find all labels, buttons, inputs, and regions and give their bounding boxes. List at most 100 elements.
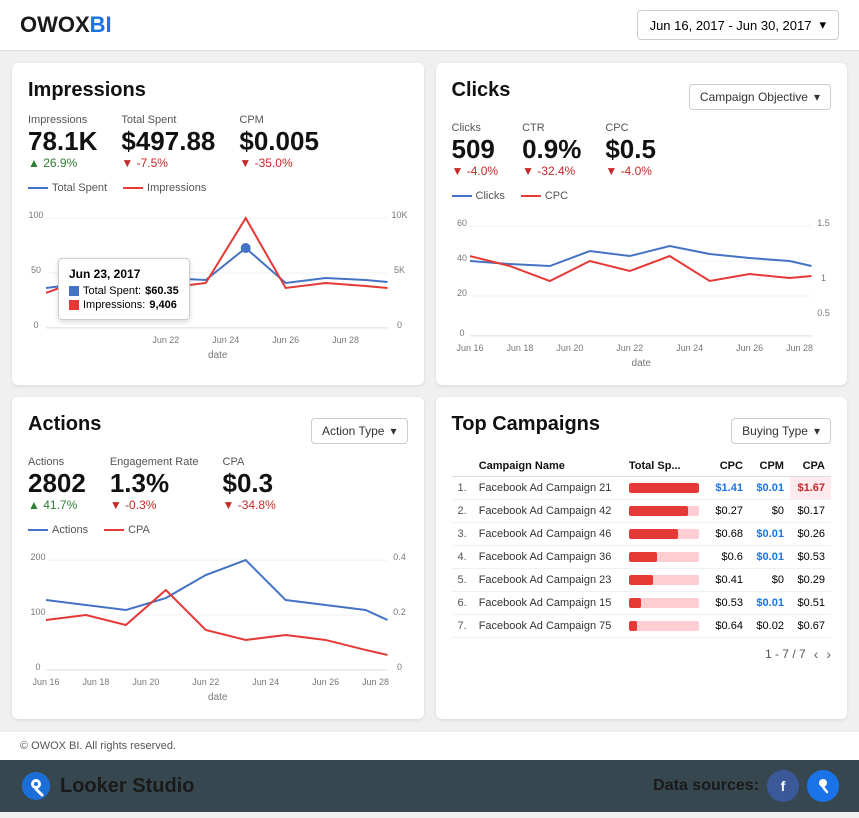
cpc-cell: $0.27: [708, 500, 749, 523]
col-total-spend: Total Sp...: [623, 456, 708, 477]
top-campaigns-title: Top Campaigns: [452, 413, 601, 436]
impressions-value: 78.1K: [28, 128, 97, 154]
cpc-clicks-value: $0.5: [605, 136, 656, 162]
rank-cell: 7.: [452, 615, 473, 638]
svg-text:0.4: 0.4: [393, 552, 405, 562]
next-page-button[interactable]: ›: [826, 646, 831, 662]
svg-text:200: 200: [31, 552, 46, 562]
bar-cell: [623, 569, 708, 592]
bar-cell: [623, 615, 708, 638]
ctr-label: CTR: [522, 122, 581, 134]
table-header-row: Campaign Name Total Sp... CPC CPM CPA: [452, 456, 832, 477]
impressions-card: Impressions Impressions 78.1K 26.9% Tota…: [12, 63, 424, 385]
chevron-down-icon: ▾: [819, 17, 826, 33]
campaigns-table-container: Campaign Name Total Sp... CPC CPM CPA 1.…: [452, 456, 832, 638]
cpc-cell: $0.68: [708, 523, 749, 546]
cpa-cell: $0.53: [790, 546, 831, 569]
logo: OWOX BI: [20, 12, 112, 38]
svg-text:0.2: 0.2: [393, 607, 405, 617]
clicks-title: Clicks: [452, 79, 511, 102]
bar-cell: [623, 477, 708, 500]
svg-text:0: 0: [397, 662, 402, 672]
legend-cpa-line: CPA: [104, 524, 150, 536]
svg-text:40: 40: [456, 253, 466, 263]
date-range-selector[interactable]: Jun 16, 2017 - Jun 30, 2017 ▾: [637, 10, 839, 40]
svg-text:0: 0: [459, 328, 464, 338]
actions-svg: 200 100 0 0.4 0.2 0 Jun 16 Jun 18 Jun 20: [28, 540, 408, 690]
legend-total-spent: Total Spent: [28, 182, 107, 194]
chart-tooltip: Jun 23, 2017 Total Spent: $60.35 Impress…: [58, 258, 190, 320]
actions-value: 2802: [28, 470, 86, 496]
tooltip-total-spent: Total Spent: $60.35: [69, 285, 179, 297]
svg-text:0: 0: [33, 320, 38, 330]
svg-text:20: 20: [456, 288, 466, 298]
cpc-cell: $0.64: [708, 615, 749, 638]
impressions-label: Impressions: [28, 114, 97, 126]
chevron-down-icon: ▾: [814, 90, 820, 104]
impressions-change: 26.9%: [28, 156, 97, 170]
svg-text:60: 60: [456, 218, 466, 228]
clicks-header: Clicks Campaign Objective ▾: [452, 79, 832, 114]
looker-icon: [20, 770, 52, 802]
cpa-cell: $0.17: [790, 500, 831, 523]
svg-text:0.5: 0.5: [817, 308, 829, 318]
facebook-datasource-icon[interactable]: f: [767, 770, 799, 802]
cpc-cell: $0.6: [708, 546, 749, 569]
svg-text:Jun 22: Jun 22: [152, 335, 179, 345]
ctr-change: -32.4%: [522, 164, 581, 178]
cpc-cell: $1.41: [708, 477, 749, 500]
chevron-down-icon: ▾: [814, 424, 820, 438]
svg-text:Jun 26: Jun 26: [312, 677, 339, 687]
metric-cpc-clicks: CPC $0.5 -4.0%: [605, 122, 656, 178]
bar-cell: [623, 523, 708, 546]
metric-clicks: Clicks 509 -4.0%: [452, 122, 499, 178]
action-type-dropdown[interactable]: Action Type ▾: [311, 418, 408, 444]
cpm-cell: $0.01: [749, 592, 790, 615]
top-campaigns-header: Top Campaigns Buying Type ▾: [452, 413, 832, 448]
svg-text:Jun 24: Jun 24: [252, 677, 279, 687]
cpc-cell: $0.53: [708, 592, 749, 615]
impressions-date-axis: date: [28, 350, 408, 361]
tooltip-date: Jun 23, 2017: [69, 267, 179, 281]
svg-text:Jun 24: Jun 24: [676, 343, 703, 353]
svg-text:Jun 18: Jun 18: [82, 677, 109, 687]
campaign-objective-dropdown[interactable]: Campaign Objective ▾: [689, 84, 831, 110]
svg-text:50: 50: [31, 265, 41, 275]
svg-text:Jun 20: Jun 20: [132, 677, 159, 687]
svg-text:Jun 18: Jun 18: [506, 343, 533, 353]
svg-text:Jun 22: Jun 22: [616, 343, 643, 353]
table-row: 7. Facebook Ad Campaign 75 $0.64 $0.02 $…: [452, 615, 832, 638]
table-row: 2. Facebook Ad Campaign 42 $0.27 $0 $0.1…: [452, 500, 832, 523]
svg-text:1: 1: [821, 273, 826, 283]
clicks-metrics: Clicks 509 -4.0% CTR 0.9% -32.4% CPC $0.…: [452, 122, 832, 178]
logo-bi: BI: [90, 12, 112, 38]
cpm-label: CPM: [239, 114, 319, 126]
engagement-label: Engagement Rate: [110, 456, 199, 468]
col-name: Campaign Name: [473, 456, 623, 477]
cpa-label: CPA: [223, 456, 276, 468]
svg-text:Jun 26: Jun 26: [736, 343, 763, 353]
cpa-cell: $0.26: [790, 523, 831, 546]
rank-cell: 2.: [452, 500, 473, 523]
header: OWOX BI Jun 16, 2017 - Jun 30, 2017 ▾: [0, 0, 859, 51]
ctr-value: 0.9%: [522, 136, 581, 162]
svg-text:10K: 10K: [392, 210, 408, 220]
prev-page-button[interactable]: ‹: [814, 646, 819, 662]
impressions-chart: Jun 23, 2017 Total Spent: $60.35 Impress…: [28, 198, 408, 348]
clicks-svg: 60 40 20 0 1.5 1 0.5 Jun 16 Jun 18: [452, 206, 832, 356]
svg-text:0: 0: [35, 662, 40, 672]
cpm-cell: $0.01: [749, 477, 790, 500]
metric-ctr: CTR 0.9% -32.4%: [522, 122, 581, 178]
owox-datasource-icon[interactable]: [807, 770, 839, 802]
total-spent-label: Total Spent: [121, 114, 215, 126]
cpa-cell: $0.29: [790, 569, 831, 592]
date-range-text: Jun 16, 2017 - Jun 30, 2017: [650, 18, 812, 33]
bar-cell: [623, 592, 708, 615]
svg-text:Jun 28: Jun 28: [362, 677, 389, 687]
clicks-legend: Clicks CPC: [452, 190, 832, 202]
engagement-change: -0.3%: [110, 498, 199, 512]
col-cpc: CPC: [708, 456, 749, 477]
cpm-value: $0.005: [239, 128, 319, 154]
buying-type-dropdown[interactable]: Buying Type ▾: [731, 418, 831, 444]
metric-engagement: Engagement Rate 1.3% -0.3%: [110, 456, 199, 512]
